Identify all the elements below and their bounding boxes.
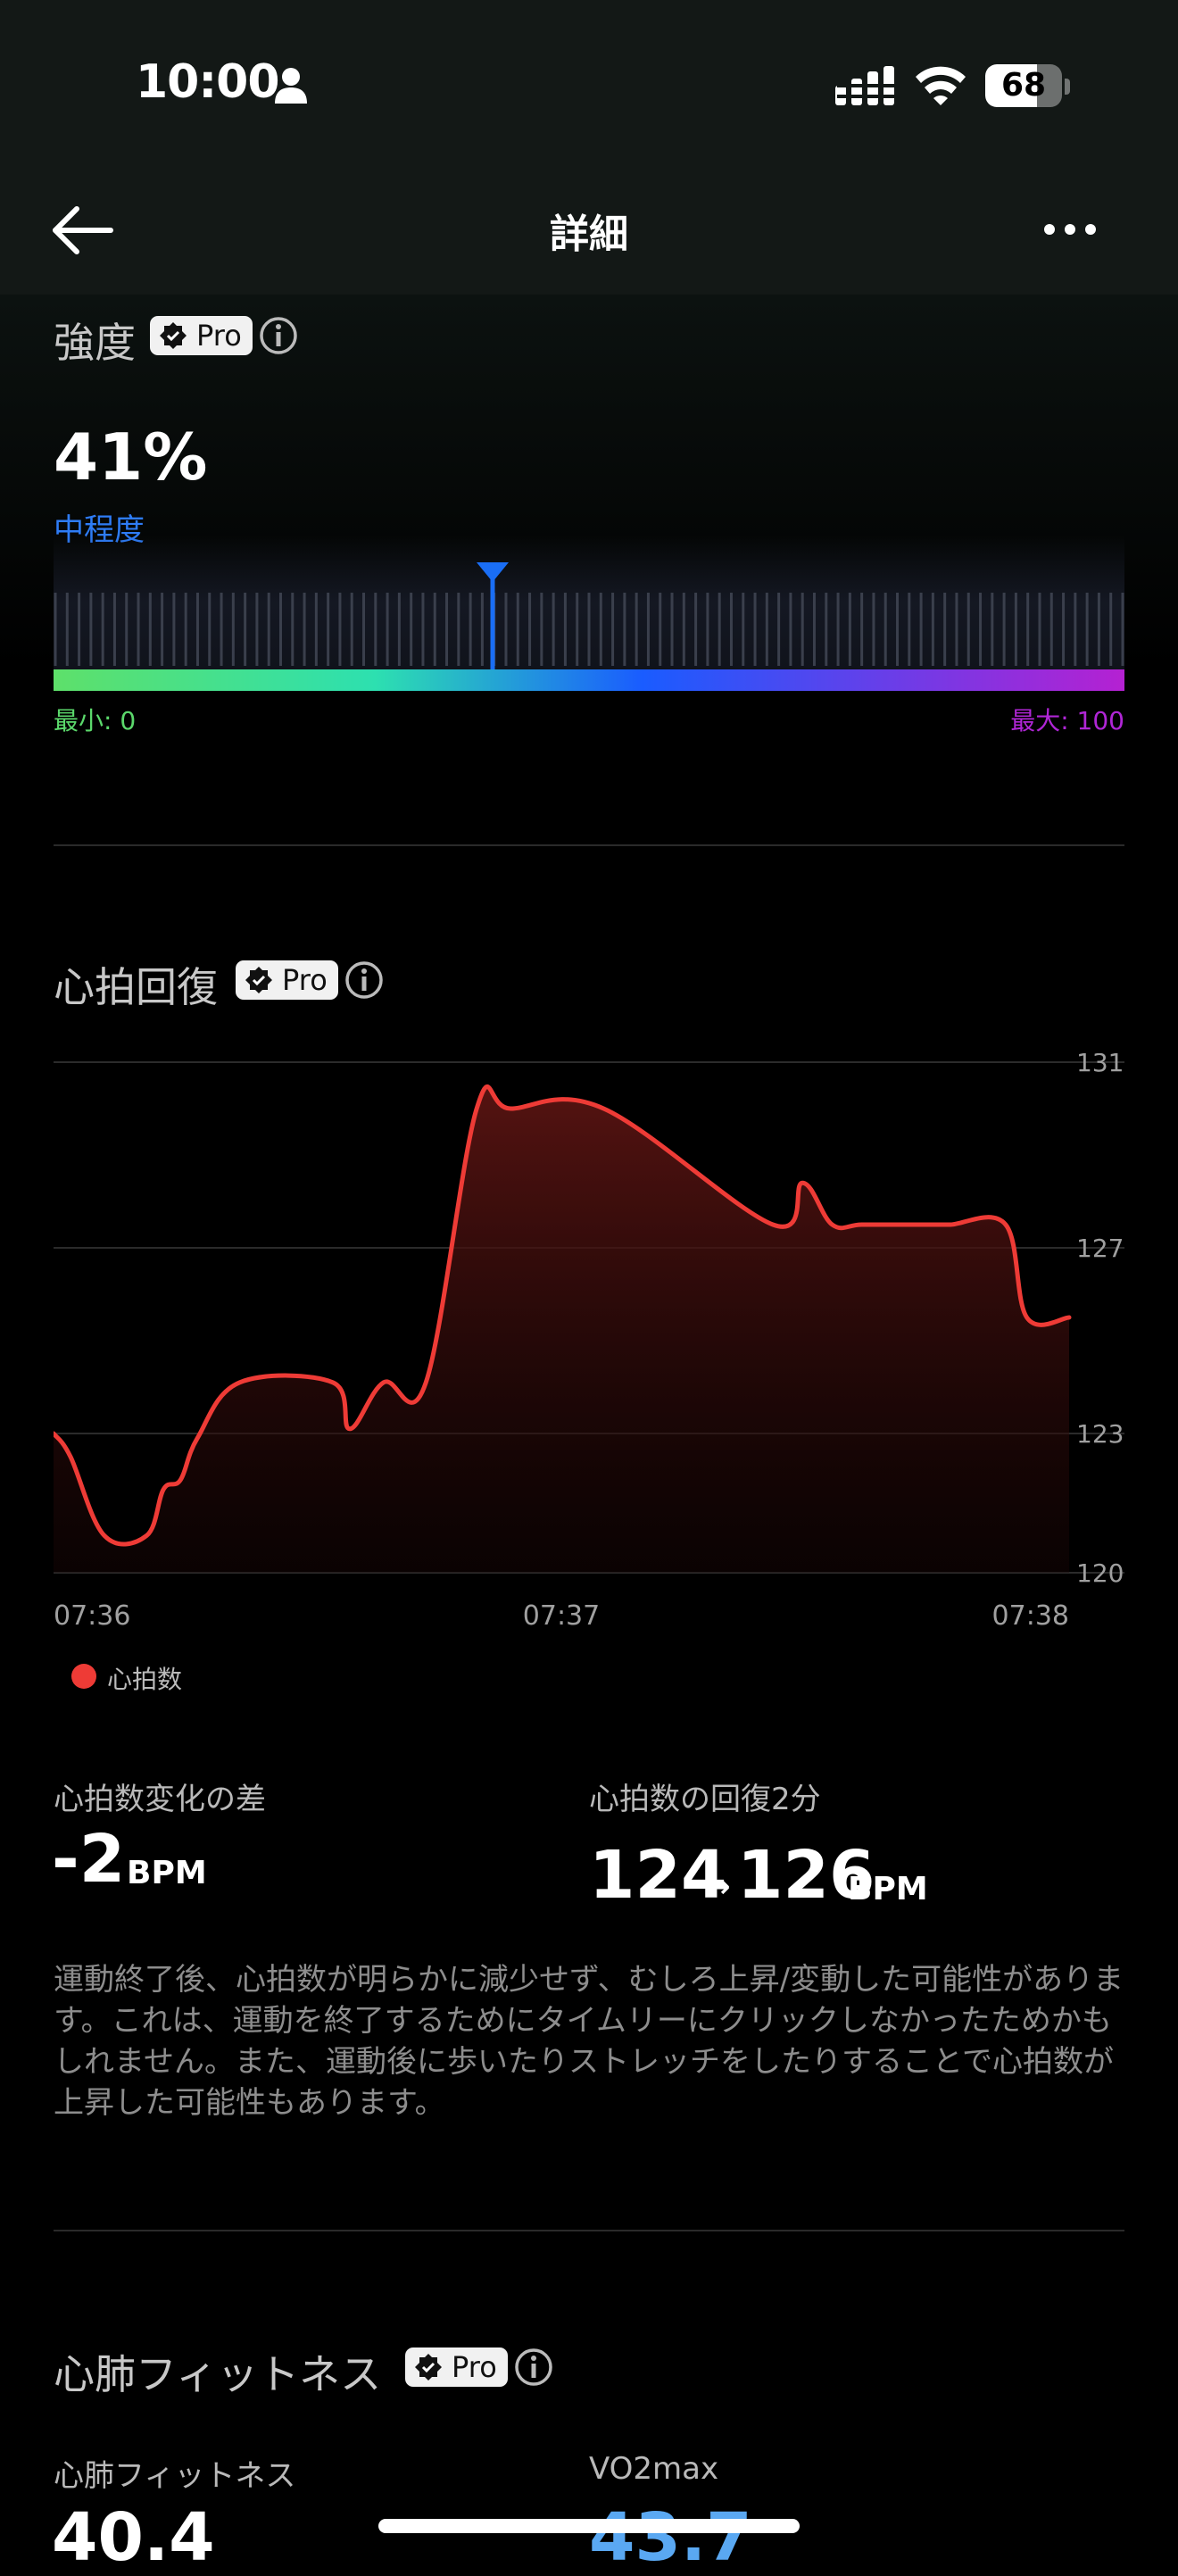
battery-percent: 68 bbox=[1000, 67, 1047, 104]
pro-badge-label: Pro bbox=[282, 963, 328, 997]
cardio-fitness-title: 心肺フィットネス bbox=[54, 2350, 382, 2398]
verified-badge-icon bbox=[160, 322, 187, 349]
stat-recovery-arrow: → bbox=[705, 1869, 731, 1905]
section-divider bbox=[54, 2230, 1124, 2231]
recovery-note: 運動終了後、心拍数が明らかに減少せず、むしろ上昇/変動した可能性があります。これ… bbox=[54, 1962, 1124, 2121]
vo2max-value: 43.7 bbox=[589, 2499, 752, 2576]
stat-hr-change-label: 心拍数変化の差 bbox=[54, 1782, 266, 1817]
stat-recovery-label: 心拍数の回復2分 bbox=[589, 1782, 821, 1817]
gauge-min-label: 最小: 0 bbox=[54, 706, 137, 735]
gauge-gradient-bar bbox=[54, 669, 1124, 691]
x-tick-label: 07:37 bbox=[523, 1600, 600, 1632]
legend-dot bbox=[71, 1664, 96, 1689]
page-title: 詳細 bbox=[550, 212, 628, 257]
intensity-gauge bbox=[54, 536, 1124, 691]
cardio-fitness-label: 心肺フィットネス bbox=[54, 2458, 296, 2494]
pro-badge-label: Pro bbox=[452, 2350, 497, 2384]
legend-label: 心拍数 bbox=[107, 1665, 183, 1694]
pro-badge-label: Pro bbox=[196, 319, 242, 353]
battery-indicator: 68 bbox=[985, 64, 1062, 107]
gauge-max-label: 最大: 100 bbox=[1010, 706, 1124, 735]
pro-badge: Pro bbox=[150, 316, 253, 355]
x-tick-label: 07:38 bbox=[992, 1600, 1069, 1632]
stat-hr-change-unit: BPM bbox=[127, 1855, 207, 1891]
y-tick-label: 131 bbox=[1076, 1053, 1124, 1077]
chart-area-fill bbox=[54, 1086, 1069, 1573]
y-tick-label: 127 bbox=[1076, 1234, 1124, 1263]
stat-recovery-unit: BPM bbox=[848, 1871, 928, 1907]
vo2max-label: VO2max bbox=[589, 2451, 719, 2487]
pro-badge: Pro bbox=[236, 960, 338, 1000]
info-icon[interactable] bbox=[344, 960, 384, 1000]
y-tick-label: 120 bbox=[1076, 1558, 1124, 1588]
info-icon[interactable] bbox=[514, 2347, 553, 2387]
heart-recovery-title: 心拍回復 bbox=[54, 963, 218, 1011]
person-icon bbox=[275, 68, 307, 104]
more-options-icon[interactable] bbox=[1042, 219, 1098, 240]
cardio-fitness-value: 40.4 bbox=[52, 2499, 215, 2576]
status-time: 10:00 bbox=[136, 55, 280, 109]
stat-hr-change-value: -2 bbox=[52, 1821, 126, 1898]
y-tick-label: 123 bbox=[1076, 1419, 1124, 1449]
intensity-value: 41% bbox=[54, 420, 208, 494]
wifi-icon bbox=[916, 66, 966, 105]
x-tick-label: 07:36 bbox=[54, 1600, 130, 1632]
section-divider bbox=[54, 844, 1124, 846]
intensity-title: 強度 bbox=[54, 319, 136, 367]
verified-badge-icon bbox=[245, 967, 272, 993]
verified-badge-icon bbox=[415, 2354, 442, 2381]
home-indicator[interactable] bbox=[378, 2519, 800, 2533]
info-icon[interactable] bbox=[259, 316, 298, 355]
cellular-signal-icon bbox=[835, 66, 894, 105]
heart-rate-chart: 131 127 123 120 07:36 07:37 07:38 bbox=[54, 1053, 1124, 1632]
pro-badge: Pro bbox=[405, 2347, 508, 2387]
battery-tip bbox=[1065, 79, 1070, 95]
